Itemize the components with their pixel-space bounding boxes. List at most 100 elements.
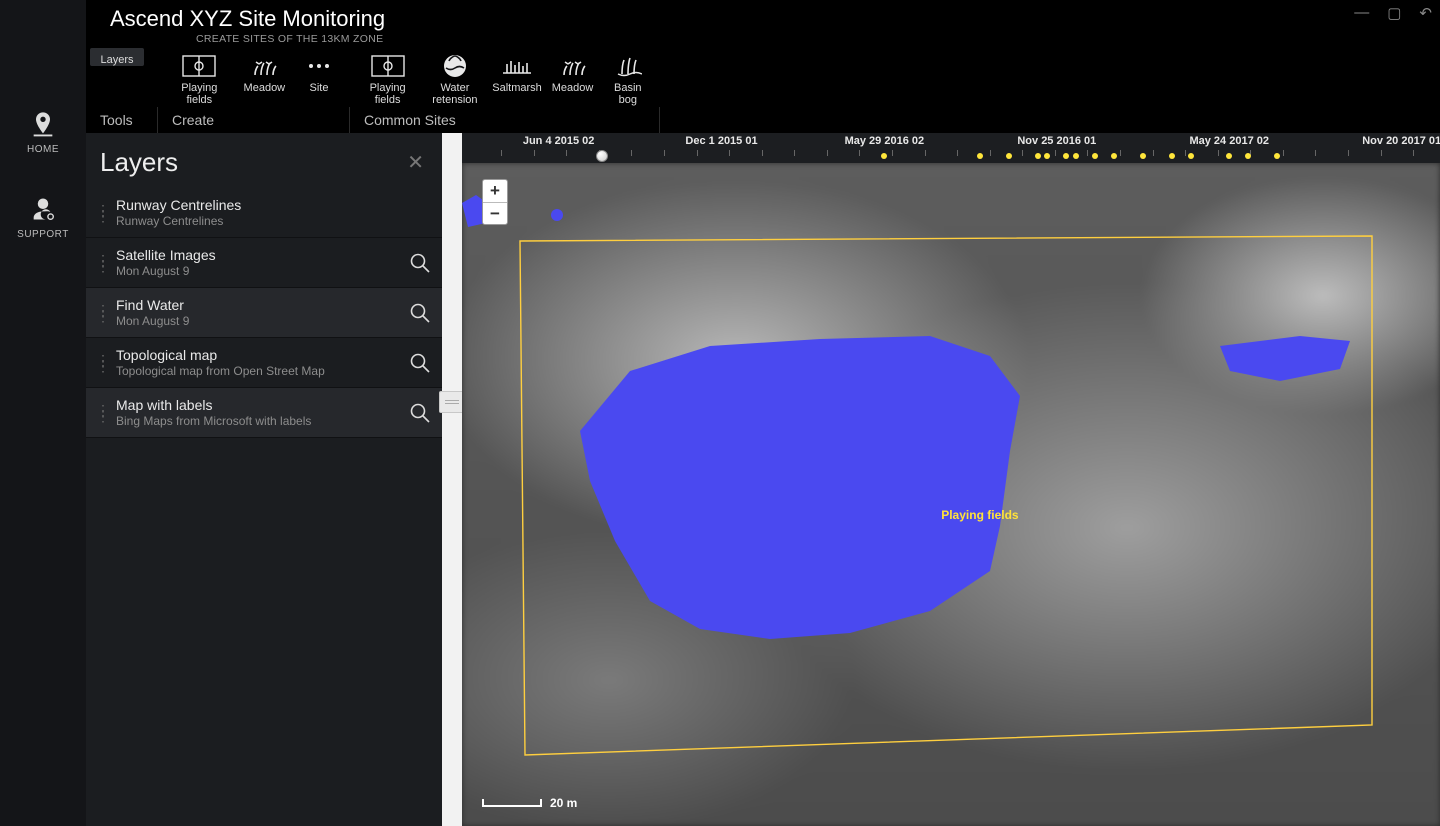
field-icon — [371, 52, 405, 80]
drag-handle-icon[interactable]: ⋮⋮ — [96, 407, 110, 419]
drag-handle-icon[interactable]: ⋮⋮ — [96, 357, 110, 369]
timeline-marker[interactable] — [1006, 153, 1012, 159]
timeline-marker[interactable] — [1245, 153, 1251, 159]
drag-handle-icon[interactable]: ⋮⋮ — [96, 207, 110, 219]
window-maximize-icon[interactable]: ▢ — [1387, 4, 1401, 22]
ribbon-group-create: Playing fields MeadowSite — [158, 48, 350, 106]
ribbon: LayersPlaying fieldsMeadowSitePlaying fi… — [86, 48, 1440, 133]
timeline-tick — [1185, 150, 1186, 156]
nav-support[interactable]: SUPPORT — [17, 195, 69, 240]
ribbon-tab-tools[interactable]: Tools — [86, 107, 158, 133]
window-minimize-icon[interactable]: — — [1354, 4, 1369, 22]
timeline-label: May 24 2017 02 — [1189, 135, 1269, 147]
layer-row[interactable]: ⋮⋮Map with labelsBing Maps from Microsof… — [86, 388, 442, 438]
layer-row[interactable]: ⋮⋮Satellite ImagesMon August 9 — [86, 238, 442, 288]
nav-home-label: HOME — [27, 144, 59, 155]
timeline-marker[interactable] — [1035, 153, 1041, 159]
close-icon[interactable]: ✕ — [407, 150, 424, 175]
drag-handle-icon[interactable]: ⋮⋮ — [96, 307, 110, 319]
timeline-marker[interactable] — [1140, 153, 1146, 159]
timeline-tick — [697, 150, 698, 156]
ribbon-tab-create[interactable]: Create — [158, 107, 350, 133]
reeds-icon — [501, 52, 533, 80]
ribbon-basin-bog[interactable]: Basin bog — [600, 48, 656, 106]
ribbon-meadow[interactable]: Meadow — [546, 48, 600, 94]
timeline-label: Nov 20 2017 01 — [1362, 135, 1440, 147]
layer-row[interactable]: ⋮⋮Runway CentrelinesRunway Centrelines — [86, 188, 442, 238]
ribbon-saltmarsh[interactable]: Saltmarsh — [489, 48, 546, 94]
timeline-tick — [762, 150, 763, 156]
window-controls: — ▢ ↶ — [1354, 4, 1432, 22]
magnify-icon[interactable] — [408, 351, 432, 375]
ribbon-meadow[interactable]: Meadow — [237, 48, 292, 94]
timeline-cursor[interactable] — [596, 150, 608, 162]
timeline-tick — [1348, 150, 1349, 156]
water-icon — [442, 52, 468, 80]
meadow-icon — [558, 52, 588, 80]
timeline-marker[interactable] — [1188, 153, 1194, 159]
timeline-tick — [1153, 150, 1154, 156]
timeline-marker[interactable] — [881, 153, 887, 159]
magnify-icon[interactable] — [408, 251, 432, 275]
meadow-icon — [249, 52, 279, 80]
timeline-tick — [664, 150, 665, 156]
timeline-tick — [729, 150, 730, 156]
zoom-out-button[interactable]: − — [483, 202, 507, 224]
map-viewport[interactable]: + − Playing fields 20 m — [462, 163, 1440, 826]
bog-icon — [614, 52, 642, 80]
map-scale: 20 m — [482, 796, 577, 810]
ribbon-water-retension[interactable]: Water retension — [421, 48, 488, 106]
timeline-tick — [1087, 150, 1088, 156]
app-title: Ascend XYZ Site Monitoring — [110, 6, 385, 32]
drag-handle-icon[interactable]: ⋮⋮ — [96, 257, 110, 269]
layer-text: Find WaterMon August 9 — [110, 297, 408, 328]
nav-home[interactable]: HOME — [27, 110, 59, 155]
timeline-label: Jun 4 2015 02 — [523, 135, 595, 147]
layer-title: Topological map — [116, 347, 408, 363]
scale-text: 20 m — [550, 796, 577, 810]
layer-subtitle: Mon August 9 — [116, 314, 408, 328]
layer-row[interactable]: ⋮⋮Find WaterMon August 9 — [86, 288, 442, 338]
zoom-control: + − — [482, 179, 508, 225]
ribbon-tab-common[interactable]: Common Sites — [350, 107, 660, 133]
timeline-track[interactable]: Jun 4 2015 02Dec 1 2015 01May 29 2016 02… — [482, 133, 1440, 163]
water-shape — [551, 209, 563, 221]
timeline-label: Nov 25 2016 01 — [1017, 135, 1096, 147]
timeline-marker[interactable] — [1092, 153, 1098, 159]
layer-subtitle: Topological map from Open Street Map — [116, 364, 408, 378]
ribbon-layers[interactable]: Layers — [90, 48, 144, 66]
ribbon-playing-fields[interactable]: Playing fields — [354, 48, 421, 106]
timeline-marker[interactable] — [1169, 153, 1175, 159]
ribbon-site[interactable]: Site — [292, 48, 346, 94]
window-back-icon[interactable]: ↶ — [1419, 4, 1432, 22]
opacity-slider-track[interactable] — [442, 133, 462, 826]
timeline-marker[interactable] — [1044, 153, 1050, 159]
ribbon-item-label: Playing fields — [170, 82, 229, 106]
zoom-in-button[interactable]: + — [483, 180, 507, 202]
ribbon-playing-fields[interactable]: Playing fields — [162, 48, 237, 106]
timeline-tick — [957, 150, 958, 156]
timeline-marker[interactable] — [977, 153, 983, 159]
ribbon-group-tools: Layers — [86, 48, 158, 106]
ribbon-item-label: Layers — [100, 54, 133, 66]
timeline-tick — [794, 150, 795, 156]
magnify-icon[interactable] — [408, 301, 432, 325]
ribbon-tabs: Tools Create Common Sites — [86, 107, 1440, 133]
timeline-marker[interactable] — [1073, 153, 1079, 159]
timeline-marker[interactable] — [1063, 153, 1069, 159]
timeline-marker[interactable] — [1274, 153, 1280, 159]
layers-list: ⋮⋮Runway CentrelinesRunway Centrelines⋮⋮… — [86, 188, 442, 438]
timeline-marker[interactable] — [1226, 153, 1232, 159]
layer-title: Satellite Images — [116, 247, 408, 263]
timeline-marker[interactable] — [1111, 153, 1117, 159]
ribbon-item-label: Saltmarsh — [492, 82, 542, 94]
app-subtitle: CREATE SITES OF THE 13KM ZONE — [196, 33, 383, 45]
left-rail: HOME SUPPORT — [0, 0, 86, 826]
ribbon-item-label: Basin bog — [608, 82, 648, 106]
timeline-tick — [925, 150, 926, 156]
layer-text: Satellite ImagesMon August 9 — [110, 247, 408, 278]
water-shape — [580, 336, 1020, 639]
layer-row[interactable]: ⋮⋮ Topological mapTopological map from Op… — [86, 338, 442, 388]
magnify-icon[interactable] — [408, 401, 432, 425]
timeline[interactable]: Jun 4 2015 02Dec 1 2015 01May 29 2016 02… — [462, 133, 1440, 163]
